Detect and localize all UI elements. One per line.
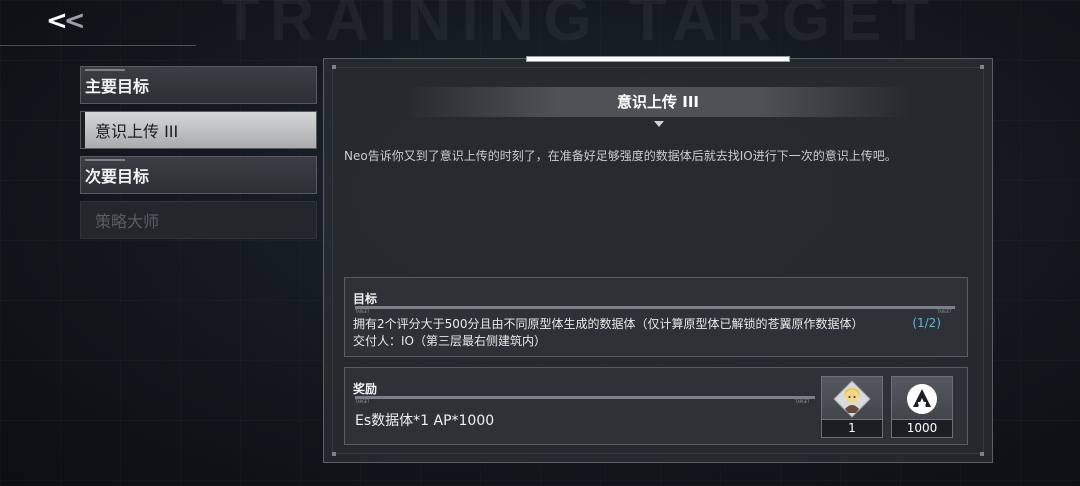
- reward-text: Es数据体*1 AP*1000: [355, 413, 495, 429]
- reward-item-ap[interactable]: 1000: [891, 376, 953, 438]
- objective-deliver-to: 交付人：IO（第三层最右侧建筑内）: [353, 334, 546, 348]
- reward-bar-tag-left: TARGET: [355, 399, 370, 404]
- character-portrait-icon: [833, 380, 871, 418]
- sidebar: 主要目标 意识上传 III 次要目标 策略大师: [80, 66, 317, 246]
- sidebar-item-label: 次要目标: [85, 167, 150, 186]
- reward-bar: [355, 396, 815, 399]
- reward-label: 奖励: [353, 382, 378, 396]
- sidebar-item-mission-selected[interactable]: 意识上传 III: [80, 111, 317, 149]
- caret-down-icon: [654, 121, 664, 127]
- objective-bar-tag-left: TARGET: [355, 309, 370, 314]
- sidebar-item-label: 策略大师: [95, 212, 160, 231]
- ap-logo-icon: [907, 384, 937, 414]
- objective-requirement: 拥有2个评分大于500分且由不同原型体生成的数据体（仅计算原型体已解锁的苍翼原作…: [353, 317, 864, 331]
- sidebar-item-label: 主要目标: [85, 77, 150, 96]
- reward-bar-tag-right: TARGET: [795, 399, 810, 404]
- objective-progress-count: (1/2): [912, 316, 941, 330]
- double-chevron-left-icon: <<: [46, 6, 86, 36]
- sidebar-header-main-goals[interactable]: 主要目标: [80, 66, 317, 104]
- sidebar-item-label: 意识上传 III: [95, 122, 179, 141]
- objective-label: 目标: [353, 292, 378, 306]
- objective-box: 目标 TARGET TARGET 拥有2个评分大于500分且由不同原型体生成的数…: [344, 277, 968, 357]
- background-title: TRAINING TARGET: [222, 0, 940, 54]
- mission-title: 意识上传 III: [406, 87, 910, 117]
- objective-progress-bar: [355, 306, 955, 309]
- sidebar-header-secondary-goals[interactable]: 次要目标: [80, 156, 317, 194]
- sidebar-item-strategy-master[interactable]: 策略大师: [80, 201, 317, 239]
- reward-item-count: 1000: [892, 419, 952, 437]
- panel-top-notch: [526, 56, 790, 62]
- reward-box: 奖励 TARGET TARGET Es数据体*1 AP*1000 1 1000: [344, 367, 968, 445]
- reward-item-data-body[interactable]: 1: [821, 376, 883, 438]
- mission-detail-panel: 意识上传 III Neo告诉你又到了意识上传的时刻了，在准备好足够强度的数据体后…: [323, 56, 993, 463]
- back-button[interactable]: <<: [0, 0, 196, 46]
- reward-item-count: 1: [822, 419, 882, 437]
- objective-text: 拥有2个评分大于500分且由不同原型体生成的数据体（仅计算原型体已解锁的苍翼原作…: [353, 316, 864, 350]
- objective-bar-tag-right: TARGET: [937, 309, 952, 314]
- mission-description: Neo告诉你又到了意识上传的时刻了，在准备好足够强度的数据体后就去找IO进行下一…: [344, 149, 897, 163]
